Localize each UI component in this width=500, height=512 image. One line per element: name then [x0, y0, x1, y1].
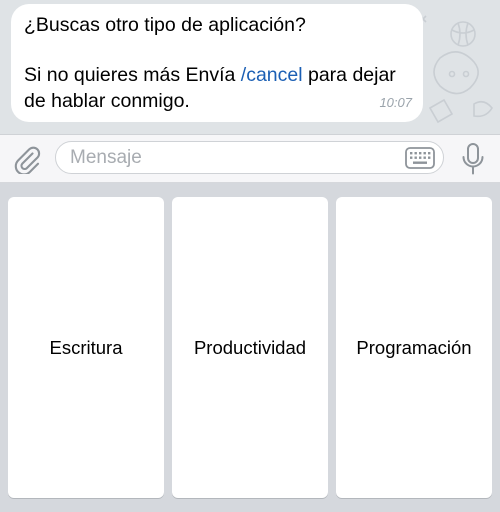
keyboard-button-productividad[interactable]: Productividad: [172, 197, 328, 498]
reply-keyboard: Escritura Productividad Programación: [0, 183, 500, 512]
keyboard-icon[interactable]: [405, 147, 435, 169]
message-text-line1: ¿Buscas otro tipo de aplicación?: [24, 14, 306, 36]
cancel-command-link[interactable]: /cancel: [241, 64, 303, 86]
message-input[interactable]: [55, 141, 444, 174]
incoming-message-bubble: ¿Buscas otro tipo de aplicación? Si no q…: [11, 4, 423, 122]
message-text-before-command: Si no quieres más Envía: [24, 64, 241, 86]
microphone-icon[interactable]: [460, 142, 486, 176]
message-timestamp: 10:07: [379, 95, 412, 110]
message-text-line2: Si no quieres más Envía /cancel para dej…: [24, 62, 410, 114]
paperclip-icon[interactable]: [12, 144, 42, 174]
message-input-bar: [0, 134, 500, 183]
keyboard-button-programacion[interactable]: Programación: [336, 197, 492, 498]
chat-area: ¿Buscas otro tipo de aplicación? Si no q…: [0, 0, 500, 134]
keyboard-button-escritura[interactable]: Escritura: [8, 197, 164, 498]
